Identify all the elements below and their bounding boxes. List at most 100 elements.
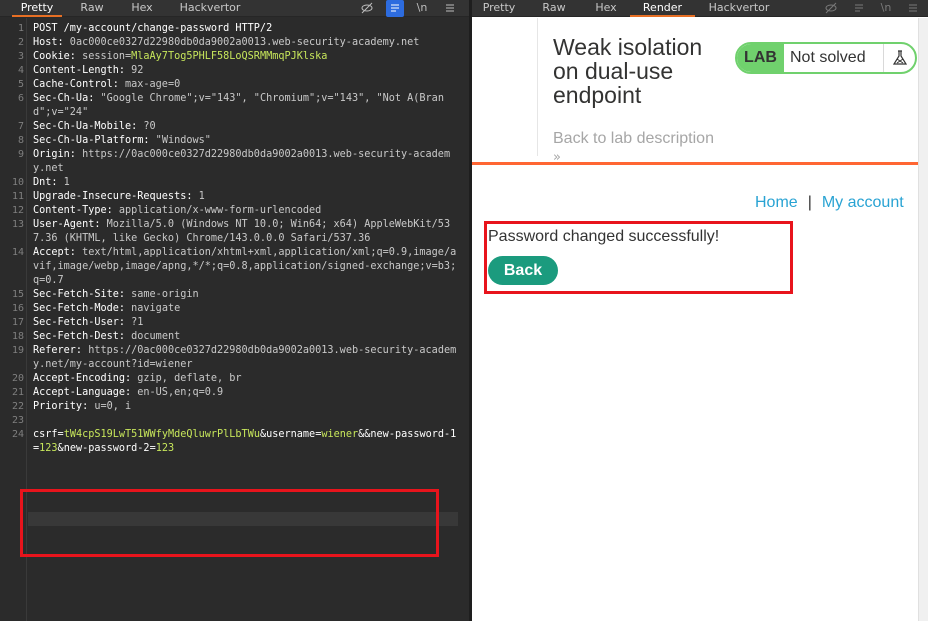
header-name: Sec-Ch-Ua-Mobile:	[33, 121, 138, 132]
code-line: 5 Cache-Control: max-age=0	[18, 78, 458, 92]
request-code[interactable]: 1 POST /my-account/change-password HTTP/2…	[12, 22, 458, 456]
body-token: wiener	[321, 429, 359, 440]
body-highlight-box	[20, 489, 439, 557]
header-name: Accept-Encoding:	[33, 373, 132, 384]
code-line: 7 Sec-Ch-Ua-Mobile: ?0	[18, 120, 458, 134]
result-highlight-box	[484, 221, 793, 294]
response-scrollbar[interactable]	[918, 18, 928, 621]
response-tab-hex[interactable]: Hex	[586, 0, 626, 17]
header-value: 92	[125, 65, 144, 76]
lab-label: LAB	[737, 44, 784, 72]
header-value: ?1	[125, 317, 144, 328]
eye-slash-icon[interactable]	[822, 0, 840, 17]
menu-icon[interactable]	[441, 0, 459, 17]
line-number: 1	[17, 23, 24, 34]
header-name: Referer:	[33, 345, 83, 356]
line-number: 20	[11, 373, 24, 384]
header-name: Host:	[33, 37, 64, 48]
header-accent-line	[472, 162, 918, 165]
header-name: Origin:	[33, 149, 76, 160]
code-line: 21 Accept-Language: en-US,en;q=0.9	[12, 386, 458, 400]
line-number: 14	[11, 247, 24, 258]
newline-icon[interactable]: \n	[877, 0, 895, 17]
header-name: Sec-Fetch-Site:	[33, 289, 126, 300]
header-name: Sec-Fetch-Dest:	[33, 331, 126, 342]
header-name: Accept:	[33, 247, 76, 258]
newline-icon[interactable]: \n	[413, 0, 431, 17]
code-line: 3 Cookie: session=MlaAy7Tog5PHLF58LoQSRMM…	[18, 50, 458, 64]
code-line: 4 Content-Length: 92	[18, 64, 458, 78]
code-line: 12 Content-Type: application/x-www-form-u…	[12, 204, 458, 218]
lab-status-text: Not solved	[790, 49, 866, 66]
line-number: 9	[17, 149, 24, 160]
header-divider	[537, 18, 538, 156]
request-tab-hex[interactable]: Hex	[122, 0, 162, 17]
request-panel: Pretty Raw Hex Hackvertor \n 1 POST /my-a…	[0, 0, 469, 621]
line-number: 22	[11, 401, 24, 412]
body-token: username	[266, 429, 316, 440]
code-line: 15 Sec-Fetch-Site: same-origin	[12, 288, 458, 302]
header-value: max-age=0	[118, 79, 181, 90]
header-value: ?0	[137, 121, 156, 132]
line-number: 12	[11, 205, 24, 216]
request-tab-hackvertor[interactable]: Hackvertor	[175, 0, 245, 17]
header-name: Cookie:	[33, 51, 76, 62]
body-token: tW4cpS19LwT51WWfyMdeQluwrPlLbTWu	[63, 429, 260, 440]
cookie-value: MlaAy7Tog5PHLF58LoQSRMMmqPJKlska	[131, 51, 328, 62]
body-token: 123	[39, 443, 58, 454]
code-line: 2 Host: 0ac000ce0327d22980db0da9002a0013.…	[18, 36, 458, 50]
header-value: text/html,application/xhtml+xml,applicat…	[33, 247, 457, 286]
line-number: 24	[11, 429, 24, 440]
header-value: application/x-www-form-urlencoded	[112, 205, 322, 216]
header-value: same-origin	[125, 289, 199, 300]
code-line: 22 Priority: u=0, i	[12, 400, 458, 414]
menu-icon[interactable]	[904, 0, 922, 17]
code-line: 17 Sec-Fetch-User: ?1	[12, 316, 458, 330]
response-panel: Pretty Raw Hex Render Hackvertor \n Weak…	[472, 0, 928, 621]
header-value: u=0, i	[88, 401, 132, 412]
response-tab-pretty[interactable]: Pretty	[478, 0, 520, 17]
line-number: 19	[11, 345, 24, 356]
header-value: navigate	[125, 303, 181, 314]
line-number: 18	[11, 331, 24, 342]
line-number: 16	[11, 303, 24, 314]
response-tab-render[interactable]: Render	[630, 0, 695, 17]
header-value: 1	[57, 177, 70, 188]
line-number: 3	[17, 51, 24, 62]
top-nav: Home | My account	[755, 194, 904, 212]
header-value: https://0ac000ce0327d22980db0da9002a0013…	[33, 345, 457, 370]
code-line: 18 Sec-Fetch-Dest: document	[12, 330, 458, 344]
nav-my-account-link[interactable]: My account	[822, 194, 904, 211]
header-name: Accept-Language:	[33, 387, 132, 398]
code-line: 16 Sec-Fetch-Mode: navigate	[12, 302, 458, 316]
header-value: document	[125, 331, 181, 342]
header-value: 0ac000ce0327d22980db0da9002a0013.web-sec…	[63, 37, 420, 48]
header-value: "Windows"	[149, 135, 211, 146]
response-tab-raw[interactable]: Raw	[534, 0, 574, 17]
code-line: 19 Referer: https://0ac000ce0327d22980db0…	[12, 344, 458, 372]
request-tab-raw[interactable]: Raw	[72, 0, 112, 17]
header-name: Cache-Control:	[33, 79, 119, 90]
line-number: 10	[11, 177, 24, 188]
line-number: 13	[11, 219, 24, 230]
lab-status-badge: LAB Not solved	[735, 42, 917, 74]
header-name: Sec-Fetch-Mode:	[33, 303, 126, 314]
header-value: https://0ac000ce0327d22980db0da9002a0013…	[33, 149, 451, 174]
body-line: 24 csrf=tW4cpS19LwT51WWfyMdeQluwrPlLbTWu&…	[12, 428, 458, 456]
line-number: 7	[17, 121, 24, 132]
code-line: 23	[12, 414, 458, 428]
request-tabbar: Pretty Raw Hex Hackvertor \n	[0, 0, 469, 17]
header-name: Priority:	[33, 401, 89, 412]
header-name: Upgrade-Insecure-Requests:	[33, 191, 193, 202]
request-tab-pretty[interactable]: Pretty	[12, 0, 62, 17]
eye-slash-icon[interactable]	[358, 0, 376, 17]
line-number: 5	[17, 79, 24, 90]
line-number: 4	[17, 65, 24, 76]
nav-home-link[interactable]: Home	[755, 194, 798, 211]
wrap-lines-icon[interactable]	[850, 0, 868, 17]
response-tab-hackvertor[interactable]: Hackvertor	[704, 0, 774, 17]
back-to-lab-link[interactable]: Back to lab description	[553, 130, 714, 148]
code-line: 9 Origin: https://0ac000ce0327d22980db0da…	[18, 148, 458, 176]
wrap-lines-icon[interactable]	[386, 0, 404, 17]
line-number: 2	[17, 37, 24, 48]
